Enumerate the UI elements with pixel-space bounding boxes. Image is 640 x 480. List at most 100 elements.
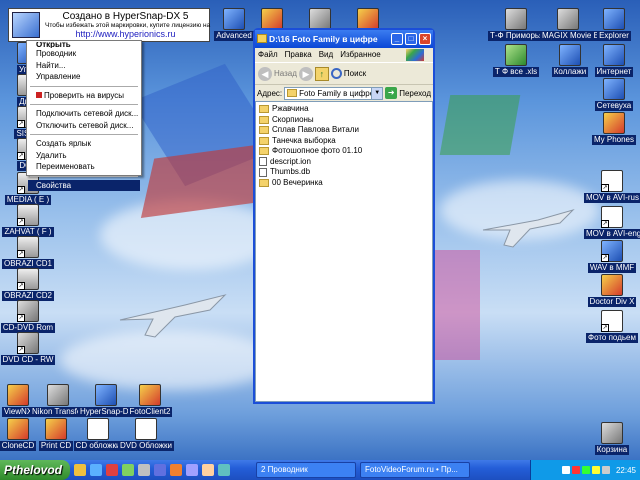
menu-edit[interactable]: Правка [285,50,312,59]
quicklaunch-icon[interactable] [202,464,214,476]
menu-file[interactable]: Файл [258,50,278,59]
photo-icon: ↗ [601,310,623,332]
excel-file-icon [505,44,527,66]
quicklaunch-icon[interactable] [90,464,102,476]
file-name: Сплав Павлова Витали [272,125,359,134]
hypersnap-watermark: Создано в HyperSnap-DX 5 Чтобы избежать … [8,8,210,42]
quicklaunch-icon[interactable] [186,464,198,476]
folder-up-button[interactable]: ↑ [314,66,329,81]
file-name: Танечка выборка [272,135,336,145]
minimize-button[interactable]: _ [391,33,403,45]
menu-favorites[interactable]: Избранное [340,50,381,59]
file-list-item[interactable]: Thumbs.db [259,167,429,178]
quicklaunch-icon[interactable] [154,464,166,476]
file-list-item[interactable]: Сплав Павлова Витали [259,125,429,136]
quicklaunch-icon[interactable] [74,464,86,476]
menu-item-map-drive[interactable]: Подключить сетевой диск... [28,108,140,120]
dvd-drive-icon: ↗ [17,332,39,354]
desktop-icon[interactable]: Doctor Div X [584,274,640,309]
quicklaunch-icon[interactable] [122,464,134,476]
tray-icon[interactable] [591,466,600,474]
back-button[interactable]: ◀ Назад [258,66,297,81]
desktop-icon[interactable]: Explorer [586,8,640,43]
watermark-text: Чтобы избежать этой маркировки, купите л… [45,22,211,29]
go-button[interactable]: ➜ Переход [385,87,431,99]
desktop-icon[interactable]: ↗ OBRAZI CD1 [0,236,56,271]
address-input[interactable]: Foto Family в цифре ▼ [284,86,384,100]
desktop-icon[interactable]: ↗ OBRAZI CD2 [0,268,56,303]
context-menu: Открыть Проводник Найти... Управление Пр… [26,40,142,191]
explorer-icon [603,8,625,30]
desktop-icon[interactable]: ↗ DVD CD - RW [0,332,56,367]
desktop-icon[interactable]: Т-Ф Приморья [488,8,546,43]
menu-item-scan-virus[interactable]: Проверить на вирусы [28,90,140,102]
quicklaunch-icon[interactable] [106,464,118,476]
nikon-transfer-icon [47,384,69,406]
menu-item-manage[interactable]: Управление [28,71,140,83]
menu-item-delete[interactable]: Удалить [28,150,140,162]
desktop-icon[interactable]: ↗ MOV в AVI-eng [584,206,640,241]
watermark-link[interactable]: http://www.hyperionics.ru [45,29,206,39]
file-list: Ржавчина Скорпионы Сплав Павлова Витали Тан… [255,101,433,402]
window-titlebar[interactable]: D:\16 Foto Family в цифре _ □ × [255,30,433,48]
address-bar: Адрес: Foto Family в цифре ▼ ➜ Переход [255,84,433,101]
file-name: Скорпионы [272,114,314,124]
file-icon [259,157,267,167]
folder-icon [259,136,269,145]
tray-icon[interactable] [581,466,590,474]
clock[interactable]: 22:45 [616,466,636,475]
tray-icon[interactable] [571,466,580,474]
desktop-icon[interactable]: My Phones [586,112,640,147]
menu-item-rename[interactable]: Переименовать [28,161,140,173]
toolbar: ◀ Назад ▶ ↑ Поиск [255,62,433,84]
menu-separator [30,134,138,135]
app-icon [309,8,331,30]
desktop-icon[interactable]: ↗ MOV в AVI-rus [584,170,640,205]
start-button[interactable]: Pthelovod [0,460,70,480]
desktop-icon[interactable]: ↗ WAV в MMF [584,240,640,275]
file-list-item[interactable]: descript.ion [259,157,429,168]
desktop-icon[interactable]: Сетевуха [586,78,640,113]
desktop-icon[interactable]: ↗ Фото подьем [584,310,640,345]
divx-icon [601,274,623,296]
desktop-icon[interactable]: FotoClient2 [122,384,178,419]
taskbar: Pthelovod 2 Проводник FotoVideoForum.ru … [0,460,640,480]
menu-separator [30,85,138,87]
search-button[interactable]: Поиск [330,68,366,79]
clonecd-icon [7,418,29,440]
menu-item-explorer[interactable]: Проводник [28,48,140,60]
desktop-icon[interactable]: ↗ CD-DVD Rom [0,300,56,335]
menu-item-find[interactable]: Найти... [28,60,140,72]
desktop-icon[interactable]: Т Ф все .xls [488,44,544,79]
chevron-down-icon[interactable]: ▼ [371,87,383,99]
menu-item-properties[interactable]: Свойства [28,179,140,191]
file-list-item[interactable]: Танечка выборка [259,136,429,147]
forward-button[interactable]: ▶ [298,66,313,81]
file-list-item[interactable]: Фотошопное фото 01.10 [259,146,429,157]
tray-icon[interactable] [561,466,570,474]
desktop-icon[interactable]: Корзина [584,422,640,457]
taskbar-button-browser[interactable]: FotoVideoForum.ru • Пр... [360,462,470,478]
advanced-icon [223,8,245,30]
phone-icon [505,8,527,30]
menu-item-disconnect-drive[interactable]: Отключить сетевой диск... [28,120,140,132]
menu-item-create-shortcut[interactable]: Создать ярлык [28,138,140,150]
file-name: Thumbs.db [270,167,311,176]
quicklaunch-icon[interactable] [218,464,230,476]
taskbar-button-explorer[interactable]: 2 Проводник [256,462,356,478]
file-list-item[interactable]: Ржавчина [259,104,429,115]
maximize-button[interactable]: □ [405,33,417,45]
quicklaunch-icon[interactable] [170,464,182,476]
file-list-item[interactable]: Скорпионы [259,115,429,126]
menu-view[interactable]: Вид [319,50,333,59]
cd-cover-icon [87,418,109,440]
file-list-item[interactable]: 00 Вечеринка [259,178,429,189]
collage-icon [559,44,581,66]
close-button[interactable]: × [419,33,431,45]
desktop-icon[interactable]: ↗ ZAHVAT ( F ) [0,204,56,239]
desktop-icon[interactable]: DVD Обложки [118,418,174,453]
back-arrow-icon: ◀ [258,66,272,81]
quicklaunch-icon[interactable] [138,464,150,476]
desktop-icon[interactable]: Интернет [586,44,640,79]
tray-icon[interactable] [601,466,610,474]
